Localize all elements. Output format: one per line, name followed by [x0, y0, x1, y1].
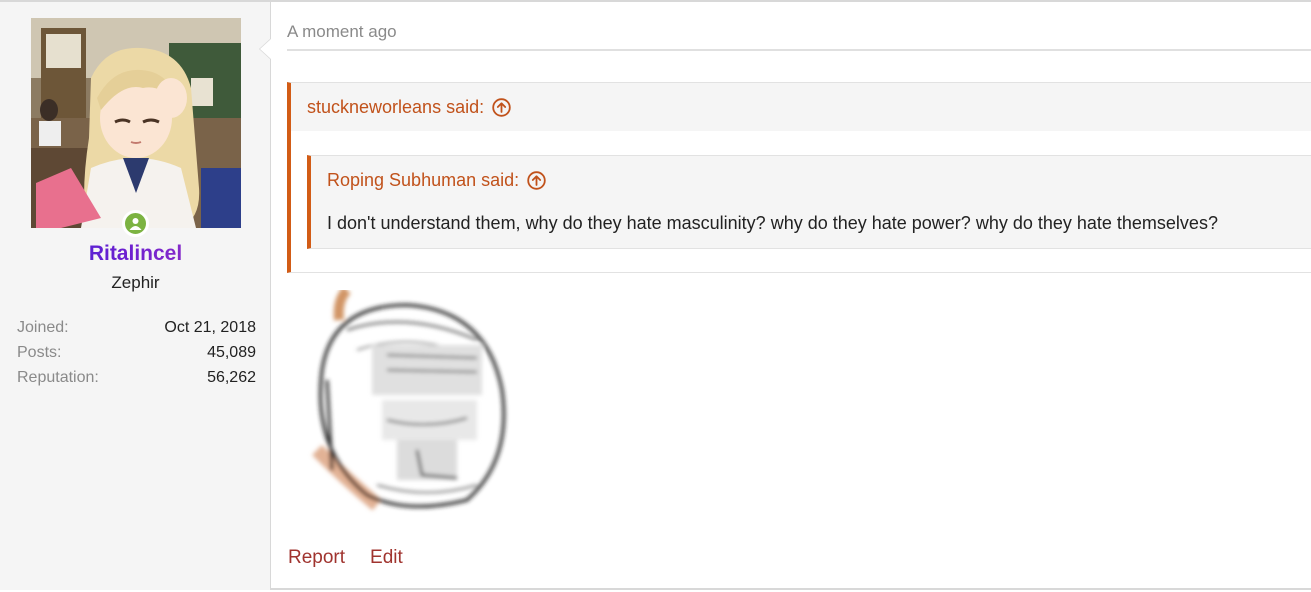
report-link[interactable]: Report [288, 547, 345, 569]
quote-block: stuckneworleans said: Roping Subhuman sa… [287, 82, 1311, 273]
nested-quote-text: I don't understand them, why do they hat… [327, 213, 1218, 233]
arrow-up-circle-icon[interactable] [492, 98, 511, 117]
nested-quote-author-label: Roping Subhuman said: [327, 170, 520, 190]
post-pointer-arrow [259, 38, 271, 60]
user-stats: Joined: Oct 21, 2018 Posts: 45,089 Reput… [17, 318, 256, 393]
stat-value: 45,089 [207, 344, 256, 361]
post-timestamp[interactable]: A moment ago [287, 22, 397, 42]
nested-quote-author-link[interactable]: Roping Subhuman said: [327, 170, 546, 191]
stat-value: Oct 21, 2018 [164, 319, 256, 336]
stat-value: 56,262 [207, 369, 256, 386]
username[interactable]: Ritalincel [0, 242, 271, 266]
arrow-up-circle-icon[interactable] [527, 171, 546, 190]
edit-link[interactable]: Edit [370, 547, 403, 569]
nested-quote-block: Roping Subhuman said: I don't understand… [307, 155, 1311, 249]
avatar[interactable] [31, 18, 241, 228]
header-divider [287, 49, 1311, 51]
stat-joined: Joined: Oct 21, 2018 [17, 318, 256, 343]
online-status-icon [122, 210, 149, 237]
user-title: Zephir [111, 273, 160, 292]
post-image[interactable] [287, 290, 512, 516]
stat-label: Reputation: [17, 369, 99, 386]
quote-author-label: stuckneworleans said: [307, 97, 485, 117]
stat-posts: Posts: 45,089 [17, 343, 256, 368]
post-actions: Report Edit [288, 547, 403, 569]
stat-label: Joined: [17, 319, 69, 336]
post: Ritalincel Zephir Joined: Oct 21, 2018 P… [0, 0, 1311, 590]
user-panel: Ritalincel Zephir Joined: Oct 21, 2018 P… [0, 2, 271, 590]
stat-reputation: Reputation: 56,262 [17, 368, 256, 393]
stat-label: Posts: [17, 344, 62, 361]
quote-author-link[interactable]: stuckneworleans said: [307, 97, 511, 118]
